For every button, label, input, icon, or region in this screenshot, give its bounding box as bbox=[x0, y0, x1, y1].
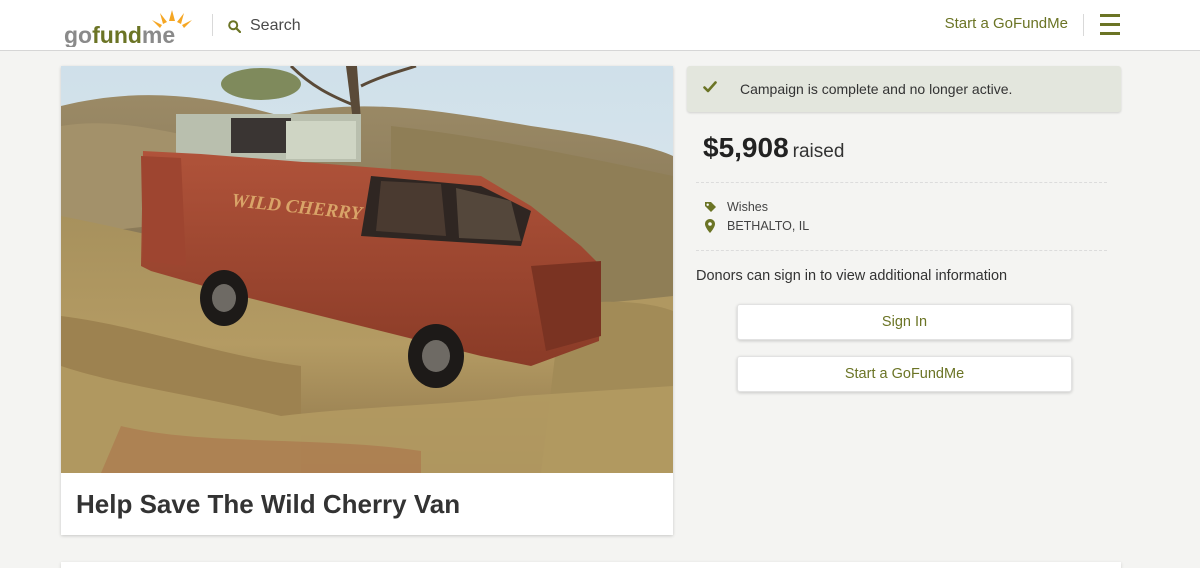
header-divider bbox=[212, 14, 213, 36]
banner-text: Campaign is complete and no longer activ… bbox=[740, 81, 1013, 97]
logo-text-me: me bbox=[142, 22, 175, 47]
gofundme-logo[interactable]: gofundme bbox=[62, 7, 198, 47]
start-gofundme-link[interactable]: Start a GoFundMe bbox=[945, 15, 1068, 32]
location-row: BETHALTO, IL bbox=[703, 219, 809, 233]
divider bbox=[696, 182, 1107, 183]
location-label: BETHALTO, IL bbox=[727, 219, 810, 233]
divider bbox=[696, 250, 1107, 251]
category-label: Wishes bbox=[727, 200, 768, 214]
raised-label: raised bbox=[792, 141, 845, 162]
sign-in-button[interactable]: Sign In bbox=[737, 304, 1072, 340]
logo-text-fund: fund bbox=[92, 22, 142, 47]
campaign-card: WILD CHERRY Help Save The Wild Cherry Va… bbox=[61, 66, 673, 535]
donors-note: Donors can sign in to view additional in… bbox=[696, 268, 1008, 284]
hamburger-icon[interactable] bbox=[1100, 14, 1120, 36]
content-card bbox=[61, 562, 1121, 568]
search-button[interactable]: Search bbox=[228, 15, 301, 37]
svg-text:gofundme: gofundme bbox=[64, 22, 175, 47]
raised-summary: $5,908 raised bbox=[703, 132, 844, 164]
logo-text-go: go bbox=[64, 22, 92, 47]
campaign-title: Help Save The Wild Cherry Van bbox=[76, 489, 461, 519]
campaign-photo: WILD CHERRY bbox=[61, 66, 673, 473]
campaign-complete-banner: Campaign is complete and no longer activ… bbox=[687, 66, 1121, 112]
start-gofundme-button[interactable]: Start a GoFundMe bbox=[737, 356, 1072, 392]
category-row[interactable]: Wishes bbox=[703, 200, 768, 214]
raised-amount: $5,908 bbox=[703, 132, 789, 163]
search-label: Search bbox=[250, 17, 301, 34]
location-pin-icon bbox=[705, 219, 715, 233]
check-icon bbox=[703, 81, 717, 93]
site-header: gofundme Search Start a GoFundMe bbox=[0, 0, 1200, 51]
search-icon bbox=[228, 19, 241, 33]
tag-icon bbox=[704, 201, 716, 212]
header-divider bbox=[1083, 14, 1084, 36]
